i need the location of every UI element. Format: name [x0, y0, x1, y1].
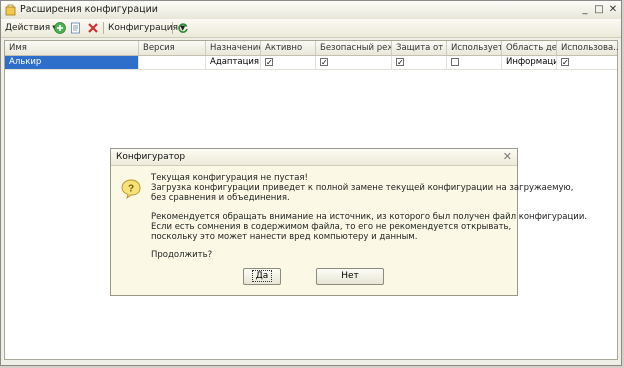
dialog-message-line: Загрузка конфигурации приведет к полной …: [151, 183, 574, 193]
extensions-window: Расширения конфигурации _ □ ✕ Действия▼ …: [0, 0, 622, 366]
close-button[interactable]: ✕: [606, 3, 620, 16]
no-label: Нет: [341, 271, 359, 281]
cell-protection[interactable]: [392, 56, 447, 69]
uses-checkbox[interactable]: [451, 58, 459, 66]
confirm-dialog: Конфигуратор ✕ ? Текущая конфигурация не…: [110, 148, 587, 296]
safe-mode-checkbox[interactable]: [320, 56, 328, 69]
dialog-message-line: поскольку это может нанести вред компьют…: [151, 232, 418, 242]
window-title: Расширения конфигурации: [20, 4, 158, 15]
delete-icon[interactable]: [87, 22, 99, 34]
dialog-title-bar: Конфигуратор ✕: [111, 149, 517, 166]
column-header-version[interactable]: Версия: [139, 41, 206, 55]
dialog-message-line: Рекомендуется обращать внимание на источ…: [151, 212, 588, 222]
cell-active[interactable]: [261, 56, 316, 69]
toolbar-separator: [103, 22, 104, 34]
column-header-name[interactable]: Имя: [5, 41, 139, 55]
no-button[interactable]: Нет: [316, 268, 384, 285]
close-icon[interactable]: ✕: [503, 150, 512, 163]
actions-menu[interactable]: Действия▼: [5, 21, 58, 35]
svg-text:?: ?: [128, 184, 134, 195]
table-row[interactable]: Алькир Адаптация Информаци...: [5, 56, 617, 70]
dialog-question: Продолжить?: [151, 250, 213, 260]
column-header-protection[interactable]: Защита от о...: [392, 41, 447, 55]
dialog-title: Конфигуратор: [116, 152, 186, 162]
configuration-label: Конфигурация: [108, 23, 178, 33]
cell-scope[interactable]: Информаци...: [502, 56, 557, 69]
yes-label: Да: [251, 270, 273, 282]
yes-button[interactable]: Да: [243, 268, 281, 285]
dialog-message-line: Если есть сомнения в содержимом файла, т…: [151, 222, 512, 232]
toolbar: Действия▼ Конфигурация▼: [1, 19, 621, 38]
column-header-uses[interactable]: Использует...: [447, 41, 502, 55]
actions-label: Действия: [5, 23, 51, 33]
column-header-active[interactable]: Активно: [261, 41, 316, 55]
dialog-message-line: Текущая конфигурация не пустая!: [151, 173, 308, 183]
used-checkbox[interactable]: [561, 56, 569, 69]
cell-purpose[interactable]: Адаптация: [206, 56, 261, 69]
column-header-scope[interactable]: Область де...: [502, 41, 557, 55]
title-bar: Расширения конфигурации _ □ ✕: [1, 1, 621, 20]
cell-uses[interactable]: [447, 56, 502, 69]
cell-used[interactable]: [557, 56, 618, 69]
column-header-safe-mode[interactable]: Безопасный реж...: [316, 41, 392, 55]
dialog-message-line: без сравнения и объединения.: [151, 193, 290, 203]
extension-icon: [5, 4, 16, 16]
active-checkbox[interactable]: [265, 56, 273, 69]
maximize-button[interactable]: □: [592, 3, 606, 16]
cell-version[interactable]: [139, 56, 206, 69]
add-icon[interactable]: [54, 22, 66, 34]
refresh-icon[interactable]: [177, 22, 189, 34]
column-header-used[interactable]: Использова...: [557, 41, 618, 55]
minimize-button[interactable]: _: [578, 3, 592, 16]
configuration-menu[interactable]: Конфигурация ▼: [108, 21, 185, 35]
protection-checkbox[interactable]: [396, 56, 404, 69]
cell-name[interactable]: Алькир: [5, 56, 139, 69]
question-icon: ?: [121, 179, 141, 199]
edit-icon[interactable]: [70, 22, 82, 34]
column-header-purpose[interactable]: Назначение: [206, 41, 261, 55]
cell-safe-mode[interactable]: [316, 56, 392, 69]
toolbar-separator: [172, 22, 173, 34]
table-header: Имя Версия Назначение Активно Безопасный…: [5, 41, 618, 56]
